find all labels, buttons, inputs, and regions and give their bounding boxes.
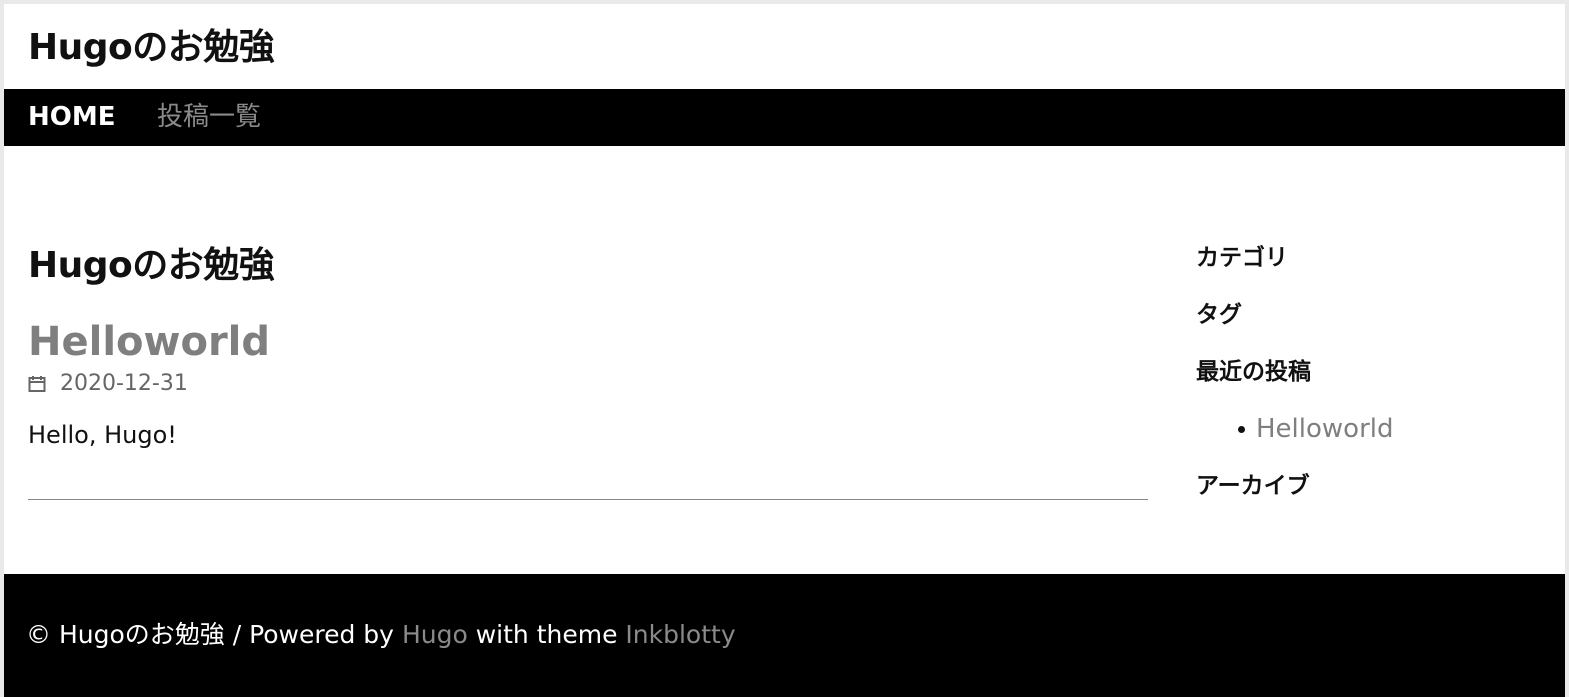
footer-hugo-link[interactable]: Hugo <box>402 620 468 649</box>
page: Hugoのお勉強 HOME 投稿一覧 Hugoのお勉強 Helloworld 2… <box>4 4 1565 697</box>
footer-theme-link[interactable]: Inkblotty <box>625 620 735 649</box>
sidebar-tags-heading: タグ <box>1196 302 1242 328</box>
section-title: Hugoのお勉強 <box>28 245 275 286</box>
post-title-link[interactable]: Helloworld <box>28 317 270 367</box>
nav-posts-link[interactable]: 投稿一覧 <box>157 102 261 132</box>
post-summary: Hello, Hugo! <box>28 421 177 449</box>
site-footer: © Hugoのお勉強 / Powered by Hugo with theme … <box>4 574 1565 697</box>
sidebar-categories-heading: カテゴリ <box>1196 245 1288 271</box>
site-title[interactable]: Hugoのお勉強 <box>28 26 275 70</box>
footer-with-theme: with theme <box>475 620 618 649</box>
recent-posts-list: Helloworld <box>1196 414 1394 444</box>
main-navigation: HOME 投稿一覧 <box>4 89 1565 146</box>
footer-copyright: © Hugoのお勉強 / Powered by <box>26 620 394 649</box>
sidebar-archive-heading: アーカイブ <box>1196 473 1310 499</box>
calendar-icon <box>28 374 46 392</box>
recent-post-item: Helloworld <box>1196 414 1394 444</box>
recent-post-link[interactable]: Helloworld <box>1256 414 1394 444</box>
post-divider <box>28 499 1148 500</box>
post-date-text: 2020-12-31 <box>60 370 188 396</box>
nav-home-link[interactable]: HOME <box>28 102 116 132</box>
site-header: Hugoのお勉強 <box>4 4 1565 89</box>
post-date: 2020-12-31 <box>28 368 188 398</box>
footer-text: © Hugoのお勉強 / Powered by Hugo with theme … <box>26 620 736 650</box>
sidebar-recent-heading: 最近の投稿 <box>1196 359 1311 385</box>
